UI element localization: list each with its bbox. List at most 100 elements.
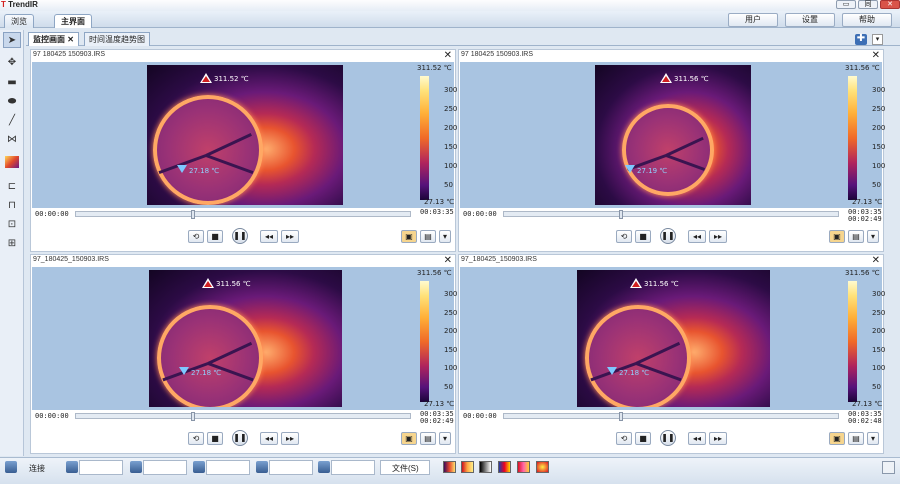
tab-main[interactable]: 主界面 [54, 14, 92, 28]
cold-spot-marker[interactable] [177, 165, 187, 173]
palette-iron-icon[interactable] [443, 461, 456, 473]
tool-a-icon[interactable]: ⊏ [3, 178, 21, 194]
previous-frame-button[interactable]: ◂◂ [688, 432, 706, 445]
add-view-icon[interactable]: ✚ [855, 34, 867, 45]
file-label[interactable]: 文件(S) [392, 463, 419, 474]
hot-spot-marker[interactable] [630, 278, 642, 288]
device-field[interactable] [143, 460, 187, 475]
hot-spot-marker[interactable] [200, 73, 212, 83]
playback-slider-thumb[interactable] [619, 412, 623, 421]
user-button[interactable]: 用户 [728, 13, 778, 27]
line-icon[interactable]: ╱ [3, 112, 21, 128]
palette-gray-icon[interactable] [479, 461, 492, 473]
cold-spot-marker[interactable] [607, 367, 617, 375]
camera-icon[interactable] [193, 461, 205, 473]
tab-monitor[interactable]: 监控画面 ✕ [28, 32, 79, 46]
device-field[interactable] [331, 460, 375, 475]
snapshot-icon[interactable]: ▣ [401, 432, 417, 445]
previous-frame-button[interactable]: ◂◂ [260, 432, 278, 445]
panel-close-icon[interactable]: ✕ [444, 255, 452, 266]
pause-button[interactable]: ❚❚ [660, 228, 676, 244]
tab-browse[interactable]: 浏览 [4, 14, 34, 28]
save-icon[interactable]: ▤ [848, 432, 864, 445]
camera-icon[interactable] [256, 461, 268, 473]
tab-trend-chart[interactable]: 时间温度趋势图 [84, 32, 150, 46]
palette-rainbow-icon[interactable] [498, 461, 511, 473]
playback-slider-thumb[interactable] [619, 210, 623, 219]
palette-icon[interactable] [3, 154, 21, 170]
camera-icon[interactable] [130, 461, 142, 473]
close-window-button[interactable]: ✕ [880, 0, 900, 9]
panel-close-icon[interactable]: ✕ [872, 50, 880, 61]
save-icon[interactable]: ▤ [848, 230, 864, 243]
stop-button[interactable]: ■ [635, 432, 651, 445]
more-options-button[interactable]: ▾ [867, 230, 879, 243]
thermal-view[interactable]: 311.56 ℃ 27.18 ℃ 311.56 ℃ 300 250 200 150 10… [460, 267, 885, 410]
stop-button[interactable]: ■ [207, 432, 223, 445]
help-button[interactable]: 帮助 [842, 13, 892, 27]
tool-c-icon[interactable]: ⊡ [3, 216, 21, 232]
device-field[interactable] [269, 460, 313, 475]
rewind-button[interactable]: ⟲ [616, 230, 632, 243]
move-icon[interactable]: ✥ [3, 54, 21, 70]
playback-slider[interactable] [75, 210, 411, 219]
playback-slider[interactable] [503, 210, 839, 219]
previous-frame-button[interactable]: ◂◂ [688, 230, 706, 243]
view-menu-button[interactable]: ▾ [872, 34, 883, 45]
more-options-button[interactable]: ▾ [439, 432, 451, 445]
camera-icon[interactable] [66, 461, 78, 473]
select-icon[interactable]: ➤ [3, 32, 21, 48]
camera-icon[interactable] [5, 461, 17, 473]
rewind-button[interactable]: ⟲ [188, 230, 204, 243]
thermal-view[interactable]: 311.52 ℃ 27.18 ℃ 311.52 ℃ 300 250 200 150 10… [32, 62, 457, 208]
device-field[interactable] [79, 460, 123, 475]
hot-spot-marker[interactable] [660, 73, 672, 83]
pause-button[interactable]: ❚❚ [232, 228, 248, 244]
thermal-image[interactable]: 311.56 ℃ 27.18 ℃ [577, 270, 770, 407]
cold-spot-marker[interactable] [179, 367, 189, 375]
playback-slider[interactable] [503, 412, 839, 421]
snapshot-icon[interactable]: ▣ [401, 230, 417, 243]
hot-spot-marker[interactable] [202, 278, 214, 288]
more-options-button[interactable]: ▾ [439, 230, 451, 243]
resize-grip-icon[interactable] [882, 461, 895, 474]
rewind-button[interactable]: ⟲ [188, 432, 204, 445]
next-frame-button[interactable]: ▸▸ [709, 432, 727, 445]
snapshot-icon[interactable]: ▣ [829, 432, 845, 445]
next-frame-button[interactable]: ▸▸ [709, 230, 727, 243]
video-panel[interactable]: 97 180425 150903.IRS ✕ 311.52 ℃ 27.18 ℃ … [30, 49, 457, 252]
snapshot-icon[interactable]: ▣ [829, 230, 845, 243]
palette-fire-icon[interactable] [536, 461, 549, 473]
panel-close-icon[interactable]: ✕ [444, 50, 452, 61]
thermal-image[interactable]: 311.56 ℃ 27.18 ℃ [149, 270, 342, 407]
device-field[interactable] [206, 460, 250, 475]
playback-slider[interactable] [75, 412, 411, 421]
thermal-image[interactable]: 311.56 ℃ 27.19 ℃ [595, 65, 751, 205]
rectangle-icon[interactable]: ▬ [3, 74, 21, 90]
polyline-icon[interactable]: ⋈ [3, 131, 21, 147]
ellipse-icon[interactable]: ⬬ [3, 93, 21, 109]
save-icon[interactable]: ▤ [420, 230, 436, 243]
palette-red-icon[interactable] [517, 461, 530, 473]
thermal-image[interactable]: 311.52 ℃ 27.18 ℃ [147, 65, 343, 205]
save-icon[interactable]: ▤ [420, 432, 436, 445]
panel-close-icon[interactable]: ✕ [872, 255, 880, 266]
tool-b-icon[interactable]: ⊓ [3, 197, 21, 213]
more-options-button[interactable]: ▾ [867, 432, 879, 445]
thermal-view[interactable]: 311.56 ℃ 27.18 ℃ 311.56 ℃ 300 250 200 150 10… [32, 267, 457, 410]
video-panel[interactable]: 97 180425 150903.IRS ✕ 311.56 ℃ 27.19 ℃ … [458, 49, 885, 252]
thermal-view[interactable]: 311.56 ℃ 27.19 ℃ 311.56 ℃ 300 250 200 150 10… [460, 62, 885, 208]
rewind-button[interactable]: ⟲ [616, 432, 632, 445]
stop-button[interactable]: ■ [207, 230, 223, 243]
next-frame-button[interactable]: ▸▸ [281, 230, 299, 243]
pause-button[interactable]: ❚❚ [232, 430, 248, 446]
close-tab-icon[interactable]: ✕ [67, 35, 74, 44]
tool-d-icon[interactable]: ⊞ [3, 235, 21, 251]
restore-button[interactable]: ▭ [836, 0, 856, 9]
playback-slider-thumb[interactable] [191, 412, 195, 421]
next-frame-button[interactable]: ▸▸ [281, 432, 299, 445]
video-panel[interactable]: 97_180425_150903.IRS ✕ 311.56 ℃ 27.18 ℃ … [458, 254, 885, 454]
previous-frame-button[interactable]: ◂◂ [260, 230, 278, 243]
video-panel[interactable]: 97_180425_150903.IRS ✕ 311.56 ℃ 27.18 ℃ … [30, 254, 457, 454]
palette-hot-icon[interactable] [461, 461, 474, 473]
